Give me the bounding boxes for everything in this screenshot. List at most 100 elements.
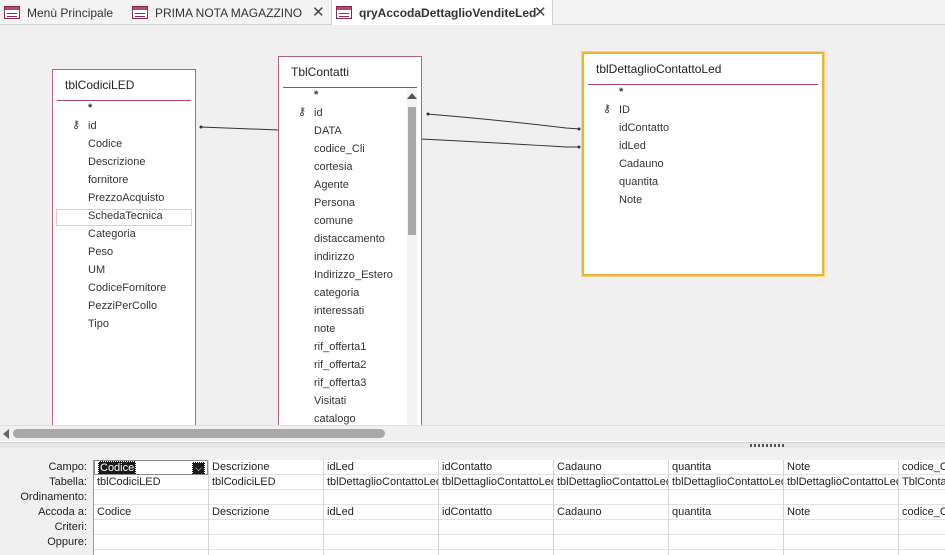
- accoda-cell[interactable]: Codice: [94, 505, 208, 520]
- field-pezzi-per-collo[interactable]: PezziPerCollo: [88, 298, 157, 315]
- table-box-tbl-dettaglio-contatto-led[interactable]: tblDettaglioContattoLed * ⚷ ID idContatt…: [582, 52, 824, 276]
- field-tipo[interactable]: Tipo: [88, 316, 109, 333]
- criteri-cell[interactable]: [324, 520, 438, 535]
- accoda-cell[interactable]: codice_Cli: [899, 505, 945, 520]
- ordinamento-cell[interactable]: [899, 490, 945, 505]
- campo-cell[interactable]: Cadauno: [554, 460, 668, 475]
- oppure-cell[interactable]: [94, 535, 208, 550]
- accoda-cell[interactable]: idLed: [324, 505, 438, 520]
- field-id-contatto[interactable]: idContatto: [619, 120, 669, 137]
- criteri-cell[interactable]: [209, 520, 323, 535]
- field-codice-cli[interactable]: codice_Cli: [314, 141, 365, 158]
- tabella-cell[interactable]: tblDettaglioContattoLed: [324, 475, 438, 490]
- field-persona[interactable]: Persona: [314, 195, 355, 212]
- campo-cell[interactable]: Note: [784, 460, 898, 475]
- field-codice-fornitore[interactable]: CodiceFornitore: [88, 280, 166, 297]
- tab-menu-principale[interactable]: Menù Principale: [0, 0, 125, 25]
- campo-cell[interactable]: idContatto: [439, 460, 553, 475]
- field-codice[interactable]: Codice: [88, 136, 122, 153]
- field-note[interactable]: note: [314, 321, 335, 338]
- field-all[interactable]: *: [88, 100, 92, 117]
- campo-cell[interactable]: Codice ⌵: [94, 460, 208, 475]
- field-quantita[interactable]: quantita: [619, 174, 658, 191]
- oppure-cell[interactable]: [209, 535, 323, 550]
- field-scheda-tecnica[interactable]: SchedaTecnica: [88, 208, 163, 225]
- criteri-cell[interactable]: [784, 520, 898, 535]
- field-agente[interactable]: Agente: [314, 177, 349, 194]
- tabella-cell[interactable]: tblCodiciLED: [94, 475, 208, 490]
- close-icon[interactable]: ✕: [534, 5, 547, 20]
- ordinamento-cell[interactable]: [439, 490, 553, 505]
- oppure-cell[interactable]: [439, 535, 553, 550]
- chevron-down-icon[interactable]: ⌵: [192, 462, 205, 474]
- field-prezzo-acquisto[interactable]: PrezzoAcquisto: [88, 190, 164, 207]
- scrollbar-thumb[interactable]: [13, 429, 385, 438]
- campo-cell[interactable]: Descrizione: [209, 460, 323, 475]
- oppure-cell[interactable]: [899, 535, 945, 550]
- scroll-up-icon[interactable]: [407, 93, 417, 99]
- tab-qry-accoda-dettaglio-vendite-led[interactable]: qryAccodaDettaglioVenditeLed ✕: [331, 0, 553, 25]
- tab-prima-nota-magazzino[interactable]: PRIMA NOTA MAGAZZINO ✕: [128, 0, 328, 25]
- accoda-cell[interactable]: Cadauno: [554, 505, 668, 520]
- oppure-cell[interactable]: [554, 535, 668, 550]
- criteri-cell[interactable]: [669, 520, 783, 535]
- field-id[interactable]: id: [88, 118, 97, 135]
- oppure-cell[interactable]: [784, 535, 898, 550]
- accoda-cell[interactable]: Descrizione: [209, 505, 323, 520]
- criteri-cell[interactable]: [899, 520, 945, 535]
- scrollbar-thumb[interactable]: [408, 107, 416, 235]
- ordinamento-cell[interactable]: [784, 490, 898, 505]
- table-box-tbl-contatti[interactable]: TblContatti * ⚷ id DATA codice_Cli corte…: [278, 56, 422, 425]
- scroll-left-icon[interactable]: [3, 429, 9, 439]
- field-id-led[interactable]: idLed: [619, 138, 646, 155]
- ordinamento-cell[interactable]: [94, 490, 208, 505]
- criteri-cell[interactable]: [439, 520, 553, 535]
- canvas-horizontal-scrollbar[interactable]: [0, 425, 945, 441]
- field-rif-offerta1[interactable]: rif_offerta1: [314, 339, 366, 356]
- tabella-cell[interactable]: tblCodiciLED: [209, 475, 323, 490]
- field-visitati[interactable]: Visitati: [314, 393, 346, 410]
- close-icon[interactable]: ✕: [312, 5, 325, 20]
- oppure-cell[interactable]: [324, 535, 438, 550]
- tabella-cell[interactable]: TblContatti: [899, 475, 945, 490]
- query-design-canvas[interactable]: tblCodiciLED * ⚷ id Codice Descrizione f…: [0, 25, 945, 425]
- field-cadauno[interactable]: Cadauno: [619, 156, 664, 173]
- table-vertical-scrollbar[interactable]: [407, 89, 417, 425]
- campo-cell[interactable]: codice_Cli: [899, 460, 945, 475]
- ordinamento-cell[interactable]: [669, 490, 783, 505]
- field-rif-offerta2[interactable]: rif_offerta2: [314, 357, 366, 374]
- field-rif-offerta3[interactable]: rif_offerta3: [314, 375, 366, 392]
- field-interessati[interactable]: interessati: [314, 303, 364, 320]
- tabella-cell[interactable]: tblDettaglioContattoLed: [669, 475, 783, 490]
- field-indirizzo-estero[interactable]: Indirizzo_Estero: [314, 267, 393, 284]
- field-distaccamento[interactable]: distaccamento: [314, 231, 385, 248]
- campo-cell[interactable]: quantita: [669, 460, 783, 475]
- tabella-cell[interactable]: tblDettaglioContattoLed: [784, 475, 898, 490]
- field-id[interactable]: ID: [619, 102, 630, 119]
- field-peso[interactable]: Peso: [88, 244, 113, 261]
- field-note[interactable]: Note: [619, 192, 642, 209]
- ordinamento-cell[interactable]: [324, 490, 438, 505]
- field-all[interactable]: *: [619, 84, 623, 101]
- field-descrizione[interactable]: Descrizione: [88, 154, 145, 171]
- field-cortesia[interactable]: cortesia: [314, 159, 353, 176]
- field-comune[interactable]: comune: [314, 213, 353, 230]
- tabella-cell[interactable]: tblDettaglioContattoLed: [554, 475, 668, 490]
- field-all[interactable]: *: [314, 87, 318, 104]
- oppure-cell[interactable]: [669, 535, 783, 550]
- field-categoria[interactable]: Categoria: [88, 226, 136, 243]
- field-id[interactable]: id: [314, 105, 323, 122]
- accoda-cell[interactable]: idContatto: [439, 505, 553, 520]
- field-data[interactable]: DATA: [314, 123, 342, 140]
- criteri-cell[interactable]: [554, 520, 668, 535]
- campo-cell[interactable]: idLed: [324, 460, 438, 475]
- table-box-tbl-codici-led[interactable]: tblCodiciLED * ⚷ id Codice Descrizione f…: [52, 69, 196, 425]
- field-catalogo[interactable]: catalogo: [314, 411, 356, 425]
- field-indirizzo[interactable]: indirizzo: [314, 249, 354, 266]
- accoda-cell[interactable]: Note: [784, 505, 898, 520]
- criteri-cell[interactable]: [94, 520, 208, 535]
- ordinamento-cell[interactable]: [209, 490, 323, 505]
- field-fornitore[interactable]: fornitore: [88, 172, 128, 189]
- field-um[interactable]: UM: [88, 262, 105, 279]
- field-categoria[interactable]: categoria: [314, 285, 359, 302]
